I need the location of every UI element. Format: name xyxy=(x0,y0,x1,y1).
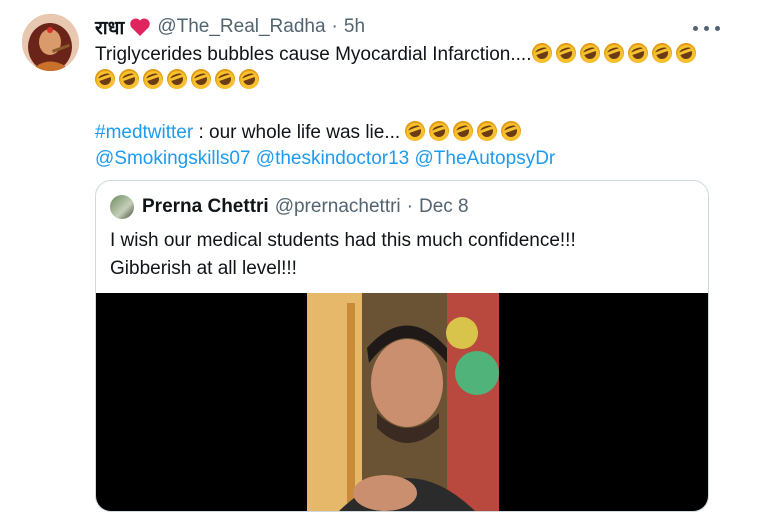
emoji-group-2 xyxy=(92,66,735,94)
mention-link[interactable]: @TheAutopsyDr xyxy=(415,148,556,169)
more-options-icon[interactable] xyxy=(688,18,724,38)
rolling-on-floor-laughing-emoji xyxy=(236,66,262,92)
rolling-on-floor-laughing-emoji xyxy=(498,118,525,144)
rolling-on-floor-laughing-emoji xyxy=(164,66,190,92)
quoted-header: Prerna Chettri @prernachettri · Dec 8 xyxy=(110,195,469,219)
rolling-on-floor-laughing-emoji xyxy=(648,40,675,66)
rolling-on-floor-laughing-emoji xyxy=(426,118,453,144)
rolling-on-floor-laughing-emoji xyxy=(528,40,555,66)
rolling-on-floor-laughing-emoji xyxy=(450,118,477,144)
rolling-on-floor-laughing-emoji xyxy=(212,66,238,92)
quoted-line-2: Gibberish at all level!!! xyxy=(110,258,297,279)
tweet-line-hashtag: #medtwitter : our whole life was lie... xyxy=(95,118,735,146)
emoji-group-3 xyxy=(402,118,525,144)
tweet-header: राधा @The_Real_Radha · 5h xyxy=(95,14,365,40)
quoted-author-name: Prerna Chettri xyxy=(142,196,269,217)
rolling-on-floor-laughing-emoji xyxy=(624,40,651,66)
mention-link[interactable]: @theskindoctor13 xyxy=(256,148,409,169)
video-player[interactable] xyxy=(96,293,708,511)
quoted-avatar xyxy=(110,195,134,219)
separator-dot: · xyxy=(331,16,338,37)
author-handle[interactable]: @The_Real_Radha xyxy=(157,16,325,38)
red-heart-icon xyxy=(129,17,151,37)
quoted-tweet-card[interactable]: Prerna Chettri @prernachettri · Dec 8 I … xyxy=(95,180,709,512)
rolling-on-floor-laughing-emoji xyxy=(116,66,142,92)
tweet-text-line1: Triglycerides bubbles cause Myocardial I… xyxy=(95,44,532,65)
hashtag-link[interactable]: #medtwitter xyxy=(95,122,193,143)
rolling-on-floor-laughing-emoji xyxy=(474,118,501,144)
emoji-group-1 xyxy=(528,40,700,66)
rolling-on-floor-laughing-emoji xyxy=(672,40,699,66)
author-avatar[interactable] xyxy=(22,14,79,71)
rolling-on-floor-laughing-emoji xyxy=(140,66,166,92)
rolling-on-floor-laughing-emoji xyxy=(552,40,579,66)
rolling-on-floor-laughing-emoji xyxy=(576,40,603,66)
tweet-line-1: Triglycerides bubbles cause Myocardial I… xyxy=(95,40,735,68)
quoted-author-handle: @prernachettri xyxy=(274,196,401,217)
mentions-line: @Smokingskills07 @theskindoctor13 @TheAu… xyxy=(95,146,735,172)
hashtag-text: : our whole life was lie... xyxy=(193,122,401,143)
separator-dot: · xyxy=(406,196,413,217)
mention-link[interactable]: @Smokingskills07 xyxy=(95,148,251,169)
tweet-timestamp[interactable]: 5h xyxy=(344,16,365,38)
quoted-body: I wish our medical students had this muc… xyxy=(110,227,576,283)
rolling-on-floor-laughing-emoji xyxy=(92,66,118,92)
author-name[interactable]: राधा xyxy=(95,14,124,40)
quoted-line-1: I wish our medical students had this muc… xyxy=(110,230,576,251)
quoted-date: Dec 8 xyxy=(418,196,469,217)
rolling-on-floor-laughing-emoji xyxy=(402,118,429,144)
rolling-on-floor-laughing-emoji xyxy=(600,40,627,66)
video-frame xyxy=(307,293,499,511)
tweet-body: Triglycerides bubbles cause Myocardial I… xyxy=(92,40,735,172)
rolling-on-floor-laughing-emoji xyxy=(188,66,214,92)
